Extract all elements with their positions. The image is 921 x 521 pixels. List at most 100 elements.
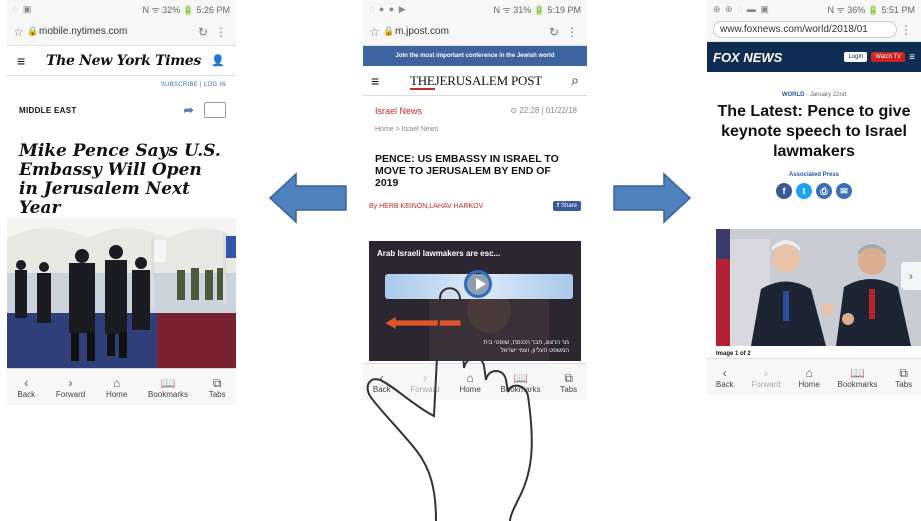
reload-icon[interactable]: ↻ xyxy=(545,25,563,39)
url-text[interactable]: mobile.nytimes.com xyxy=(39,26,194,37)
article-photo xyxy=(716,229,921,346)
byline-row: By HERB KEINON,LAHAV HARKOV f Share xyxy=(363,189,587,211)
section-label[interactable]: MIDDLE EAST xyxy=(19,106,77,115)
site-logo[interactable]: The New York Times xyxy=(37,53,210,69)
back-button[interactable]: ‹ Back xyxy=(17,376,35,399)
status-icons-right: N ᯤ 36% 🔋 5:51 PM xyxy=(827,4,915,15)
back-button[interactable]: ‹ Back xyxy=(716,366,734,389)
nyt-phone: ◌ ▣ N ᯤ 32% 🔋 5:26 PM ☆ 🔒 mobile.nytimes… xyxy=(7,0,236,405)
address-bar[interactable]: ☆ 🔒 m.jpost.com ↻ ⋮ xyxy=(363,18,587,46)
url-text[interactable]: m.jpost.com xyxy=(395,26,545,37)
section-label[interactable]: WORLD xyxy=(782,92,805,98)
subscribe-login-links[interactable]: SUBSCRIBE | LOG IN xyxy=(7,76,236,88)
facebook-share-button[interactable]: f Share xyxy=(552,201,581,211)
tabs-button[interactable]: ⧉ Tabs xyxy=(560,371,577,394)
site-logo[interactable]: FOX NEWS xyxy=(713,50,844,65)
article-headline: The Latest: Pence to give keynote speech… xyxy=(717,103,911,160)
star-icon[interactable]: ☆ xyxy=(13,25,27,39)
reload-icon[interactable]: ↻ xyxy=(194,25,212,39)
site-header: ≡ The New York Times 👤 xyxy=(7,46,236,76)
status-bar: ◌ ● ● ▶ N ᯤ 31% 🔋 5:19 PM xyxy=(363,0,587,18)
status-icons-right: N ᯤ 32% 🔋 5:26 PM xyxy=(142,4,230,15)
forward-icon: › xyxy=(68,375,73,390)
article-headline: PENCE: US EMBASSY IN ISRAEL TO MOVE TO J… xyxy=(375,153,559,189)
url-text[interactable]: www.foxnews.com/world/2018/01 xyxy=(713,21,897,38)
login-button[interactable]: Login xyxy=(844,52,868,62)
browser-bottom-bar: ‹ Back › Forward ⌂ Home 📖 Bookmarks ⧉ Tabs xyxy=(707,358,921,395)
home-icon: ⌂ xyxy=(112,375,121,390)
home-icon: ⌂ xyxy=(805,365,813,380)
forward-button[interactable]: › Forward xyxy=(751,366,780,389)
timestamp: ⊙ 22:28 | 01/22/18 xyxy=(510,106,577,115)
comment-icon[interactable] xyxy=(204,102,226,118)
tabs-icon: ⧉ xyxy=(564,370,573,385)
share-buttons: f t ⎙ ✉ xyxy=(707,178,921,199)
browser-bottom-bar: ‹ Back › Forward ⌂ Home 📖 Bookmarks ⧉ Tabs xyxy=(7,368,236,405)
print-icon[interactable]: ⎙ xyxy=(816,183,832,199)
menu-icon[interactable]: ≡ xyxy=(17,53,37,69)
status-bar: ◌ ▣ N ᯤ 32% 🔋 5:26 PM xyxy=(7,0,236,18)
image-caption: Image 1 of 2 xyxy=(716,351,751,357)
left-arrow-icon xyxy=(268,172,347,224)
forward-button[interactable]: › Forward xyxy=(56,376,85,399)
chevron-right-icon: › xyxy=(909,269,913,283)
status-icons-left: ◌ ● ● ▶ xyxy=(369,3,407,14)
tabs-button[interactable]: ⧉ Tabs xyxy=(895,366,912,389)
bookmarks-button[interactable]: 📖 Bookmarks xyxy=(148,376,188,399)
right-arrow-icon xyxy=(613,172,692,224)
fox-phone: ⊕ ⊕ ◌ ▬ ▣ N ᯤ 36% 🔋 5:51 PM www.foxnews.… xyxy=(707,0,921,395)
byline[interactable]: By HERB KEINON,LAHAV HARKOV xyxy=(369,203,483,210)
home-button[interactable]: ⌂ Home xyxy=(106,376,127,399)
status-bar: ⊕ ⊕ ◌ ▬ ▣ N ᯤ 36% 🔋 5:51 PM xyxy=(707,0,921,18)
address-bar[interactable]: ☆ 🔒 mobile.nytimes.com ↻ ⋮ xyxy=(7,18,236,46)
section-row: Israel News ⊙ 22:28 | 01/22/18 xyxy=(363,96,587,116)
swipe-hand-icon xyxy=(366,287,533,521)
status-icons-left: ◌ ▣ xyxy=(13,3,33,14)
back-icon: ‹ xyxy=(722,365,727,380)
site-header: FOX NEWS Login Watch TV ≡ xyxy=(707,42,921,72)
lock-icon: 🔒 xyxy=(383,26,395,36)
article-photo xyxy=(7,218,236,368)
video-title: Arab Israeli lawmakers are esc... xyxy=(377,249,501,258)
back-icon: ‹ xyxy=(24,375,29,390)
menu-icon[interactable]: ≡ xyxy=(371,73,393,89)
watch-tv-button[interactable]: Watch TV xyxy=(871,52,906,62)
share-icon[interactable]: ➦ xyxy=(184,103,194,117)
section-row: MIDDLE EAST ➦ xyxy=(7,88,236,118)
article-date: · January 22nd xyxy=(804,92,847,98)
more-icon[interactable]: ⋮ xyxy=(897,23,915,37)
bookmarks-icon: 📖 xyxy=(850,365,865,380)
logo-main: JERUSALEM POST xyxy=(434,72,543,88)
more-icon[interactable]: ⋮ xyxy=(212,25,230,39)
user-icon[interactable]: 👤 xyxy=(210,54,226,67)
next-image-button[interactable]: › xyxy=(901,262,921,290)
lock-icon: 🔒 xyxy=(27,26,39,36)
breadcrumb[interactable]: Home > Israel News xyxy=(363,116,587,133)
section-label[interactable]: Israel News xyxy=(375,106,422,116)
search-icon[interactable]: ⌕ xyxy=(559,72,579,89)
forward-icon: › xyxy=(764,365,769,380)
twitter-icon[interactable]: t xyxy=(796,183,812,199)
tabs-icon: ⧉ xyxy=(899,365,908,380)
article-headline: Mike Pence Says U.S. Embassy Will Open i… xyxy=(19,141,221,218)
star-icon[interactable]: ☆ xyxy=(369,25,383,39)
home-button[interactable]: ⌂ Home xyxy=(798,366,819,389)
more-icon[interactable]: ⋮ xyxy=(563,25,581,39)
article-meta: WORLD · January 22nd xyxy=(707,72,921,98)
tabs-button[interactable]: ⧉ Tabs xyxy=(209,376,226,399)
email-icon[interactable]: ✉ xyxy=(836,183,852,199)
article-source: Associated Press xyxy=(788,172,840,178)
menu-icon[interactable]: ≡ xyxy=(909,52,915,63)
site-header: ≡ THEJERUSALEM POST ⌕ xyxy=(363,66,587,96)
conference-banner[interactable]: Join the most important conference in th… xyxy=(363,46,587,66)
status-icons-right: N ᯤ 31% 🔋 5:19 PM xyxy=(493,4,581,15)
bookmarks-icon: 📖 xyxy=(160,375,176,390)
status-icons-left: ⊕ ⊕ ◌ ▬ ▣ xyxy=(713,3,770,14)
tabs-icon: ⧉ xyxy=(212,375,222,390)
facebook-icon: f xyxy=(556,203,559,209)
address-bar[interactable]: www.foxnews.com/world/2018/01 ⋮ xyxy=(707,18,921,42)
bookmarks-button[interactable]: 📖 Bookmarks xyxy=(838,366,878,389)
site-logo[interactable]: THEJERUSALEM POST xyxy=(393,72,559,90)
facebook-icon[interactable]: f xyxy=(776,183,792,199)
logo-prefix: THE xyxy=(409,72,435,90)
